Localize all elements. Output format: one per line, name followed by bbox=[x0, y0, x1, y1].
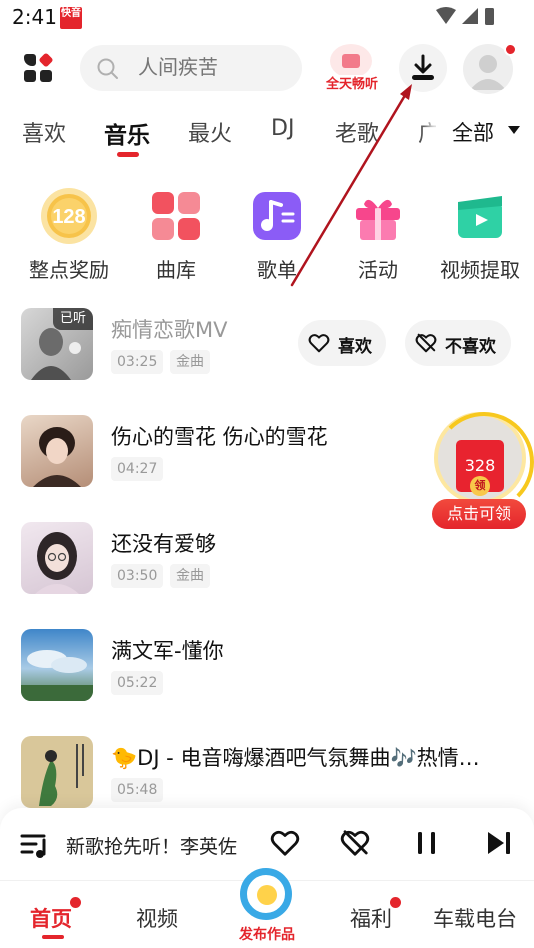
now-playing-text: 新歌抢先听！李英佐 bbox=[66, 836, 238, 858]
quick-entry-label: 曲库 bbox=[156, 258, 196, 282]
red-packet-claim-label: 点击可领 bbox=[432, 499, 526, 529]
next-track-icon[interactable] bbox=[484, 828, 514, 858]
search-input[interactable] bbox=[138, 55, 288, 79]
tab-music[interactable]: 音乐 bbox=[104, 116, 150, 150]
listened-badge: 已听 bbox=[52, 308, 93, 330]
song-cover: 已听 bbox=[21, 308, 93, 380]
allday-label: 全天畅听 bbox=[318, 75, 386, 95]
tab-hottest[interactable]: 最火 bbox=[188, 116, 232, 148]
tab-all-label: 全部 bbox=[452, 121, 494, 145]
song-duration: 05:22 bbox=[111, 671, 164, 695]
song-cover bbox=[21, 522, 93, 594]
nav-welfare-dot bbox=[390, 897, 401, 908]
quick-entry-label: 整点奖励 bbox=[29, 258, 109, 282]
like-button[interactable]: 喜欢 bbox=[298, 320, 386, 366]
quick-entries: 128 整点奖励 曲库 歌单 活动 视频提取 bbox=[0, 184, 534, 284]
like-label: 喜欢 bbox=[338, 337, 372, 357]
playlist-queue-icon[interactable] bbox=[20, 830, 50, 860]
song-title: 满文军-懂你 bbox=[111, 639, 224, 663]
search-icon bbox=[97, 58, 118, 79]
system-status-icons bbox=[436, 7, 494, 25]
heart-icon[interactable] bbox=[270, 828, 300, 858]
song-cover bbox=[21, 736, 93, 808]
search-bar[interactable] bbox=[80, 45, 302, 91]
red-packet-widget[interactable]: 328 领 点击可领 bbox=[432, 410, 534, 530]
cover-art-icon bbox=[21, 650, 93, 701]
dislike-button[interactable]: 不喜欢 bbox=[405, 320, 511, 366]
download-button[interactable] bbox=[399, 44, 447, 92]
status-bar: 2:41 快音 bbox=[0, 0, 534, 34]
list-item[interactable]: 满文军-懂你 05:22 bbox=[0, 621, 534, 721]
publish-button[interactable]: 发布作品 bbox=[232, 868, 302, 948]
library-icon bbox=[152, 192, 200, 240]
nav-video[interactable]: 视频 bbox=[136, 903, 178, 933]
playlist-icon bbox=[253, 192, 301, 240]
song-duration: 03:50 bbox=[111, 564, 164, 588]
list-item[interactable]: 已听 痴情恋歌MV 03:25 金曲 喜欢 不喜欢 bbox=[0, 300, 534, 400]
tab-all-dropdown[interactable]: 全部 bbox=[436, 108, 534, 154]
dislike-label: 不喜欢 bbox=[445, 337, 496, 357]
coin-badge: 128 bbox=[52, 206, 85, 228]
broken-heart-icon bbox=[415, 333, 437, 353]
song-tag: 金曲 bbox=[170, 564, 210, 588]
quick-entry-label: 活动 bbox=[358, 258, 398, 282]
cover-art-icon bbox=[33, 427, 81, 487]
nav-home-dot bbox=[70, 897, 81, 908]
quick-entry-video-extract[interactable]: 视频提取 bbox=[430, 184, 530, 284]
cover-art-icon bbox=[35, 532, 79, 594]
song-tag: 金曲 bbox=[170, 350, 210, 374]
battery-icon bbox=[485, 8, 494, 25]
song-duration: 03:25 bbox=[111, 350, 164, 374]
app-notification-icon: 快音 bbox=[60, 7, 82, 29]
avatar-notification-dot bbox=[504, 43, 517, 56]
red-packet-seal: 领 bbox=[470, 476, 490, 496]
song-duration: 05:48 bbox=[111, 778, 164, 802]
publish-label: 发布作品 bbox=[239, 927, 295, 943]
song-title: 还没有爱够 bbox=[111, 532, 216, 556]
quick-entry-label: 歌单 bbox=[257, 258, 297, 282]
song-duration: 04:27 bbox=[111, 457, 164, 481]
song-title: 🐤DJ - 电音嗨爆酒吧气氛舞曲🎶热情… bbox=[111, 746, 480, 770]
heart-icon bbox=[308, 334, 330, 353]
tab-oldies[interactable]: 老歌 bbox=[335, 116, 379, 148]
tab-dj[interactable]: DJ bbox=[271, 116, 294, 141]
pause-icon[interactable] bbox=[412, 828, 442, 858]
quick-entry-activity[interactable]: 活动 bbox=[328, 184, 428, 284]
tab-favorite[interactable]: 喜欢 bbox=[22, 116, 66, 148]
quick-entry-library[interactable]: 曲库 bbox=[126, 184, 226, 284]
nav-welfare[interactable]: 福利 bbox=[350, 903, 392, 933]
app-logo-icon[interactable] bbox=[24, 52, 54, 84]
status-time: 2:41 bbox=[12, 5, 57, 29]
allday-badge-icon bbox=[330, 44, 372, 78]
song-cover bbox=[21, 629, 93, 701]
coin-128-icon: 128 bbox=[41, 188, 97, 244]
nav-active-indicator bbox=[42, 935, 64, 939]
broken-heart-icon[interactable] bbox=[340, 828, 370, 858]
cover-art-icon bbox=[39, 744, 84, 806]
song-title: 伤心的雪花 伤心的雪花 bbox=[111, 425, 328, 449]
song-title: 痴情恋歌MV bbox=[111, 318, 228, 342]
download-icon bbox=[412, 54, 434, 80]
song-cover bbox=[21, 415, 93, 487]
quick-entry-playlist[interactable]: 歌单 bbox=[227, 184, 327, 284]
category-tabs: 喜欢 音乐 最火 DJ 老歌 广 全部 bbox=[0, 108, 534, 158]
quick-entry-label: 视频提取 bbox=[440, 258, 520, 282]
allday-listen-button[interactable]: 全天畅听 bbox=[318, 44, 386, 96]
top-header: 全天畅听 bbox=[0, 40, 534, 96]
publish-ring-icon bbox=[240, 868, 292, 920]
nav-home[interactable]: 首页 bbox=[30, 903, 72, 933]
red-packet-amount: 328 bbox=[464, 456, 496, 475]
caret-down-icon bbox=[508, 126, 520, 134]
quick-entry-hourly-reward[interactable]: 128 整点奖励 bbox=[19, 184, 119, 284]
video-extract-icon bbox=[458, 196, 502, 238]
nav-car-radio[interactable]: 车载电台 bbox=[433, 903, 517, 933]
wifi-icon bbox=[436, 7, 456, 24]
active-tab-indicator bbox=[117, 152, 139, 157]
signal-icon bbox=[462, 8, 478, 24]
gift-icon bbox=[356, 199, 400, 240]
